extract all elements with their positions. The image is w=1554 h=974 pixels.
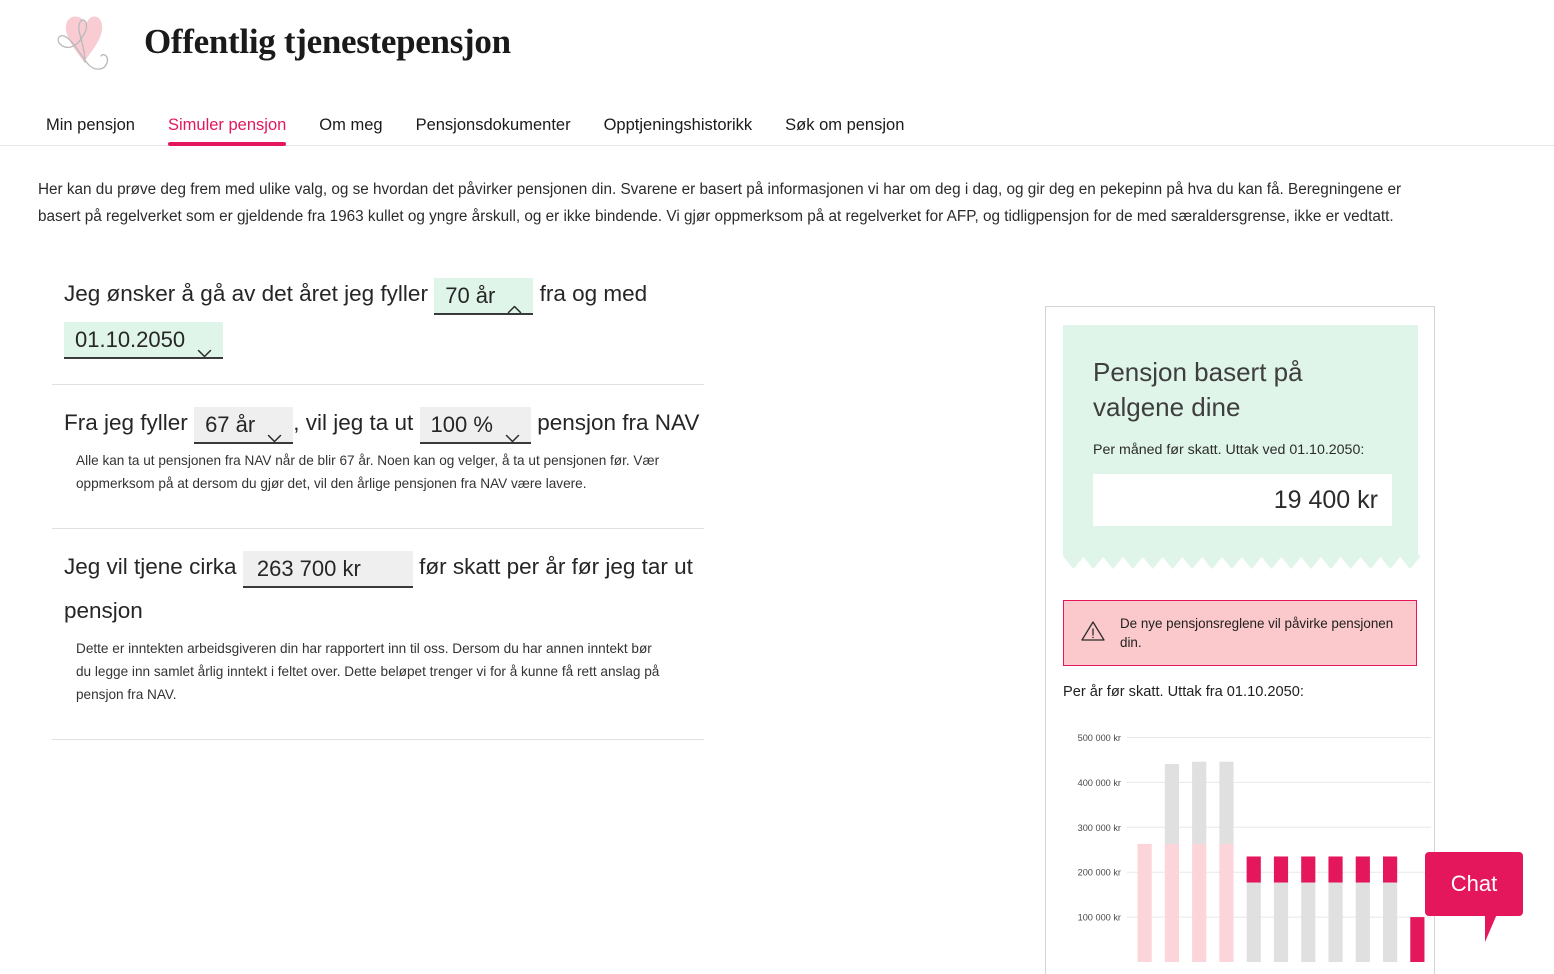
result-card-title: Pensjon basert på valgene dine [1093,357,1303,423]
tab-om-meg[interactable]: Om meg [319,116,382,146]
chevron-down-icon [505,421,520,442]
withdrawal-percent-dropdown[interactable]: 100 % [419,407,531,444]
withdrawal-middle-label: , vil jeg ta ut [293,410,414,436]
withdrawal-line: Fra jeg fyller 67 år , vil jeg ta ut 100… [64,401,720,445]
svg-text:400 000 kr: 400 000 kr [1078,778,1121,788]
withdrawal-age-dropdown[interactable]: 67 år [194,407,294,444]
income-helper-text: Dette er inntekten arbeidsgiveren din ha… [76,640,660,703]
heart-squiggle-logo-icon [46,8,122,78]
withdrawal-age-value: 67 år [205,412,256,438]
chat-bubble-tail-icon [1485,914,1497,942]
main-navigation: Min pensjon Simuler pensjon Om meg Pensj… [0,100,1554,146]
income-line: Jeg vil tjene cirka 263 700 kr før skatt… [64,545,720,633]
tab-simuler-pensjon[interactable]: Simuler pensjon [167,116,287,146]
page-header: Offentlig tjenestepensjon [0,0,1554,78]
withdrawal-suffix-label: pensjon fra NAV [537,410,700,436]
chevron-up-icon [507,292,522,314]
chevron-down-icon [267,421,282,442]
chat-button[interactable]: Chat [1425,852,1523,942]
svg-text:500 000 kr: 500 000 kr [1078,733,1121,743]
pension-result-card: Pensjon basert på valgene dine Per måned… [1063,325,1420,570]
receipt-zigzag-edge [1063,555,1420,570]
result-panel: Pensjon basert på valgene dine Per måned… [1045,306,1435,974]
divider [52,738,704,740]
svg-text:100 000 kr: 100 000 kr [1078,913,1121,923]
pension-rules-warning: De nye pensjonsreglene vil påvirke pensj… [1063,600,1417,667]
site-title: Offentlig tjenestepensjon [144,21,511,61]
retirement-year-block: Jeg ønsker å gå av det året jeg fyller 7… [52,256,720,378]
chart-caption: Per år før skatt. Uttak fra 01.10.2050: [1063,684,1304,701]
tab-pensjonsdokumenter[interactable]: Pensjonsdokumenter [416,116,571,146]
warning-triangle-icon [1080,619,1106,648]
withdrawal-prefix-label: Fra jeg fyller [64,410,188,436]
retirement-age-dropdown[interactable]: 70 år [434,278,534,316]
tab-opptjeningshistorikk[interactable]: Opptjeningshistorikk [604,116,753,146]
tab-sok-om-pensjon[interactable]: Søk om pensjon [785,116,904,146]
income-block: Jeg vil tjene cirka 263 700 kr før skatt… [52,529,720,733]
withdrawal-helper-text: Alle kan ta ut pensjonen fra NAV når de … [76,453,660,492]
retirement-middle-label: fra og med [539,281,648,307]
income-prefix-label: Jeg vil tjene cirka [64,553,237,579]
result-amount: 19 400 kr [1093,474,1392,527]
svg-text:300 000 kr: 300 000 kr [1078,823,1121,833]
intro-paragraph: Her kan du prøve deg frem med ulike valg… [38,181,1402,226]
svg-text:200 000 kr: 200 000 kr [1078,868,1121,878]
app-root: Offentlig tjenestepensjon Min pensjon Si… [0,0,1554,974]
chevron-down-icon [197,336,212,357]
withdrawal-percent-value: 100 % [430,412,493,438]
retirement-date-dropdown[interactable]: 01.10.2050 [64,322,224,359]
retirement-date-value: 01.10.2050 [75,327,186,353]
withdrawal-block: Fra jeg fyller 67 år , vil jeg ta ut 100… [52,385,720,522]
income-amount-input[interactable]: 263 700 kr [242,550,413,588]
retirement-age-value: 70 år [445,283,496,309]
income-amount-value: 263 700 kr [256,555,361,581]
result-card-subtitle: Per måned før skatt. Uttak ved 01.10.205… [1093,442,1365,459]
tab-min-pensjon[interactable]: Min pensjon [46,116,135,146]
chat-button-label: Chat [1450,871,1498,896]
retirement-year-line: Jeg ønsker å gå av det året jeg fyller 7… [64,272,720,360]
simulation-form: Jeg ønsker å gå av det året jeg fyller 7… [0,256,720,740]
pension-bar-chart: 500 000 kr 400 000 kr 300 000 kr 200 000 kr… [1063,708,1433,964]
warning-message: De nye pensjonsreglene vil påvirke pensj… [1120,616,1394,651]
retirement-prefix-label: Jeg ønsker å gå av det året jeg fyller [64,281,428,307]
